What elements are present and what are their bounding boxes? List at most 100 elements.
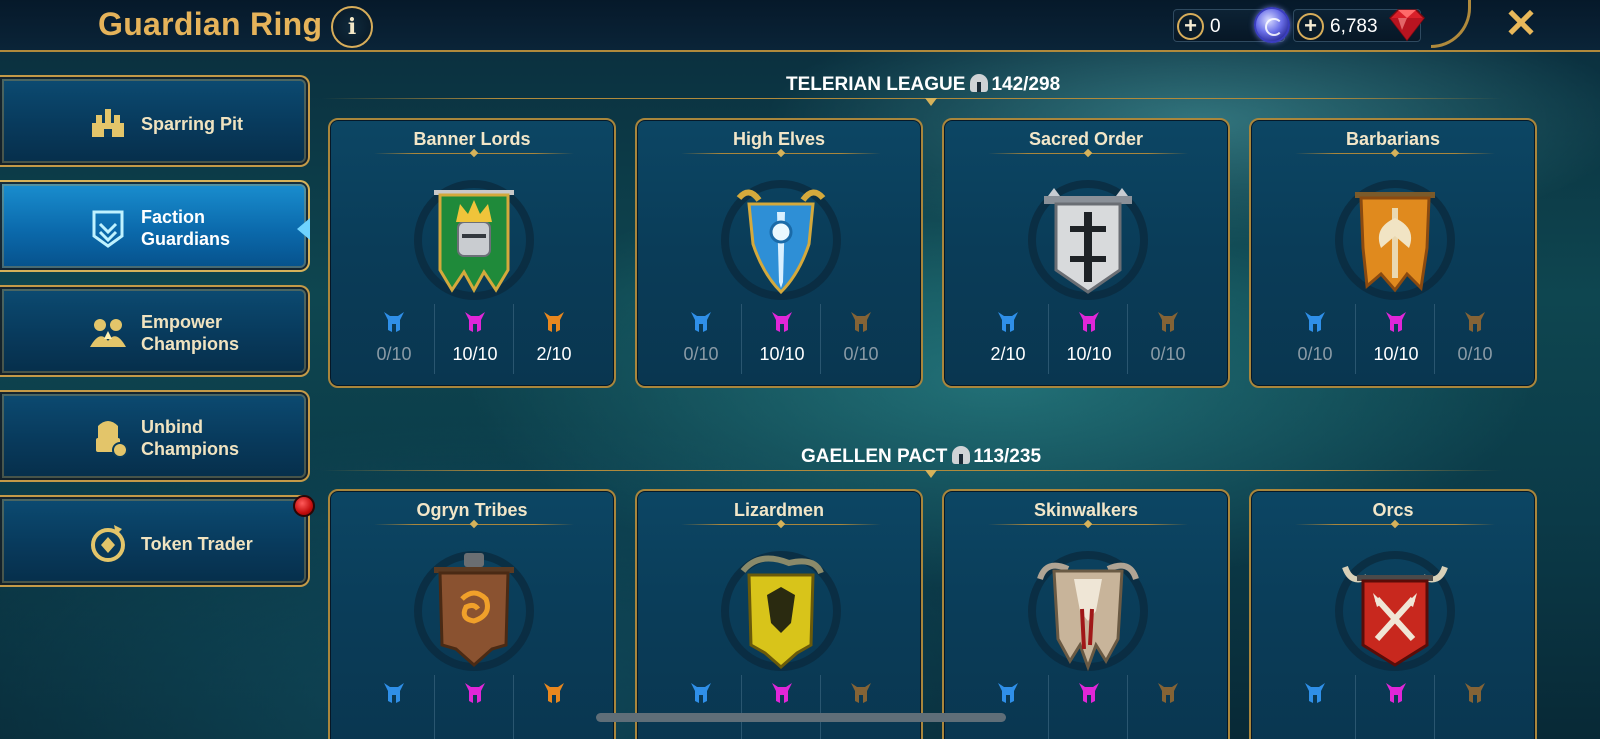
section-name: GAELLEN PACT bbox=[801, 446, 948, 467]
close-button[interactable]: ✕ bbox=[1502, 4, 1540, 44]
lizardmen-emblem-icon bbox=[721, 551, 841, 671]
faction-card-banner-lords[interactable]: Banner Lords 0/10 10/10 2/10 bbox=[328, 118, 616, 388]
silver-energy-counter: + 0 bbox=[1173, 7, 1290, 43]
top-bar: Guardian Ring i + 0 + 6,783 ✕ bbox=[0, 0, 1600, 52]
horizontal-scrollbar[interactable] bbox=[596, 713, 1006, 722]
corner-ornament bbox=[1431, 0, 1471, 48]
legendary-count: 2/10 bbox=[536, 344, 572, 364]
legendary-stat: 0/10 bbox=[1128, 304, 1208, 374]
rarity-stats bbox=[1251, 675, 1535, 739]
banner-lords-emblem-icon bbox=[414, 180, 534, 300]
epic-stat: 10/10 bbox=[434, 304, 514, 374]
faction-card-ogryn-tribes[interactable]: Ogryn Tribes bbox=[328, 489, 616, 739]
rare-count: 0/10 bbox=[376, 344, 412, 364]
rare-count: 0/10 bbox=[683, 344, 719, 364]
sidebar-item-faction-guardians[interactable]: Faction Guardians bbox=[0, 180, 310, 272]
rare-stat bbox=[354, 675, 434, 739]
faction-name: High Elves bbox=[732, 129, 826, 149]
epic-stat: 10/10 bbox=[1355, 304, 1435, 374]
rarity-stats: 0/10 10/10 0/10 bbox=[1251, 304, 1535, 374]
section-title-gaellen-pact: GAELLEN PACT 113/235 bbox=[801, 446, 1041, 468]
card-divider bbox=[681, 153, 881, 154]
notification-badge bbox=[293, 495, 315, 517]
epic-helmet-icon bbox=[772, 312, 792, 332]
sidebar-item-label: Faction bbox=[141, 207, 206, 227]
card-divider bbox=[374, 153, 574, 154]
legendary-stat bbox=[1128, 675, 1208, 739]
epic-helmet-icon bbox=[1386, 683, 1406, 703]
helmet-icon bbox=[970, 74, 989, 92]
epic-stat bbox=[741, 675, 821, 739]
rare-stat: 2/10 bbox=[968, 304, 1048, 374]
card-divider bbox=[988, 153, 1188, 154]
rare-stat bbox=[968, 675, 1048, 739]
faction-card-lizardmen[interactable]: Lizardmen bbox=[635, 489, 923, 739]
info-button[interactable]: i bbox=[331, 6, 373, 48]
legendary-stat: 0/10 bbox=[821, 304, 901, 374]
legendary-count: 0/10 bbox=[843, 344, 879, 364]
sidebar-item-empower-champions[interactable]: Empower Champions bbox=[0, 285, 310, 377]
unbind-champions-icon bbox=[96, 421, 128, 458]
epic-stat bbox=[1355, 675, 1435, 739]
legendary-helmet-icon bbox=[1465, 683, 1485, 703]
section-divider bbox=[322, 470, 1502, 471]
legendary-stat bbox=[821, 675, 901, 739]
rare-helmet-icon bbox=[384, 312, 404, 332]
section-count: 142/298 bbox=[991, 74, 1061, 95]
add-currency-button[interactable]: + bbox=[1177, 13, 1204, 40]
currency-a-value: 0 bbox=[1210, 16, 1221, 37]
rarity-stats bbox=[944, 675, 1228, 739]
faction-card-barbarians[interactable]: Barbarians 0/10 10/10 0/10 bbox=[1249, 118, 1537, 388]
rare-stat bbox=[1275, 675, 1355, 739]
legendary-stat: 0/10 bbox=[1435, 304, 1515, 374]
faction-card-orcs[interactable]: Orcs bbox=[1249, 489, 1537, 739]
rare-stat: 0/10 bbox=[354, 304, 434, 374]
page-title: Guardian Ring bbox=[98, 6, 323, 42]
sidebar-item-label: Empower bbox=[141, 312, 223, 332]
sidebar-item-label-2: Champions bbox=[141, 334, 240, 354]
epic-count: 10/10 bbox=[1373, 344, 1419, 364]
faction-name: Sacred Order bbox=[1028, 129, 1144, 149]
epic-stat bbox=[434, 675, 514, 739]
legendary-stat bbox=[514, 675, 594, 739]
rarity-stats bbox=[637, 675, 921, 739]
sidebar-item-label-2: Guardians bbox=[141, 229, 231, 249]
rare-stat: 0/10 bbox=[1275, 304, 1355, 374]
epic-helmet-icon bbox=[772, 683, 792, 703]
rare-helmet-icon bbox=[384, 683, 404, 703]
section-count: 113/235 bbox=[973, 446, 1042, 467]
sidebar-item-unbind-champions[interactable]: Unbind Champions bbox=[0, 390, 310, 482]
epic-helmet-icon bbox=[1386, 312, 1406, 332]
legendary-stat bbox=[1435, 675, 1515, 739]
faction-name: Banner Lords bbox=[413, 129, 531, 149]
legendary-helmet-icon bbox=[1158, 312, 1178, 332]
faction-guardians-icon bbox=[92, 210, 124, 248]
rare-stat bbox=[661, 675, 741, 739]
card-divider bbox=[1295, 524, 1495, 525]
faction-card-skinwalkers[interactable]: Skinwalkers bbox=[942, 489, 1230, 739]
section-title-telerian-league: TELERIAN LEAGUE 142/298 bbox=[786, 74, 1060, 96]
helmet-icon bbox=[952, 446, 971, 464]
epic-helmet-icon bbox=[465, 312, 485, 332]
epic-count: 10/10 bbox=[452, 344, 498, 364]
sidebar-item-label: Unbind bbox=[141, 417, 203, 437]
ogryn-tribes-emblem-icon bbox=[414, 551, 534, 671]
rare-helmet-icon bbox=[1305, 683, 1325, 703]
add-gems-button[interactable]: + bbox=[1297, 13, 1324, 40]
faction-card-sacred-order[interactable]: Sacred Order 2/10 10/10 0/10 bbox=[942, 118, 1230, 388]
rare-helmet-icon bbox=[998, 312, 1018, 332]
sidebar-item-label: Sparring Pit bbox=[141, 114, 244, 134]
epic-helmet-icon bbox=[1079, 312, 1099, 332]
sidebar-item-label: Token Trader bbox=[141, 534, 253, 554]
sidebar-item-token-trader[interactable]: Token Trader bbox=[0, 495, 310, 587]
active-pointer bbox=[297, 218, 310, 240]
faction-card-high-elves[interactable]: High Elves 0/10 10/10 0/10 bbox=[635, 118, 923, 388]
sidebar-item-sparring-pit[interactable]: Sparring Pit bbox=[0, 75, 310, 167]
legendary-helmet-icon bbox=[851, 312, 871, 332]
sparring-pit-icon bbox=[92, 109, 124, 137]
section-divider bbox=[322, 98, 1502, 99]
rare-helmet-icon bbox=[1305, 312, 1325, 332]
rare-stat: 0/10 bbox=[661, 304, 741, 374]
legendary-stat: 2/10 bbox=[514, 304, 594, 374]
high-elves-emblem-icon bbox=[721, 180, 841, 300]
